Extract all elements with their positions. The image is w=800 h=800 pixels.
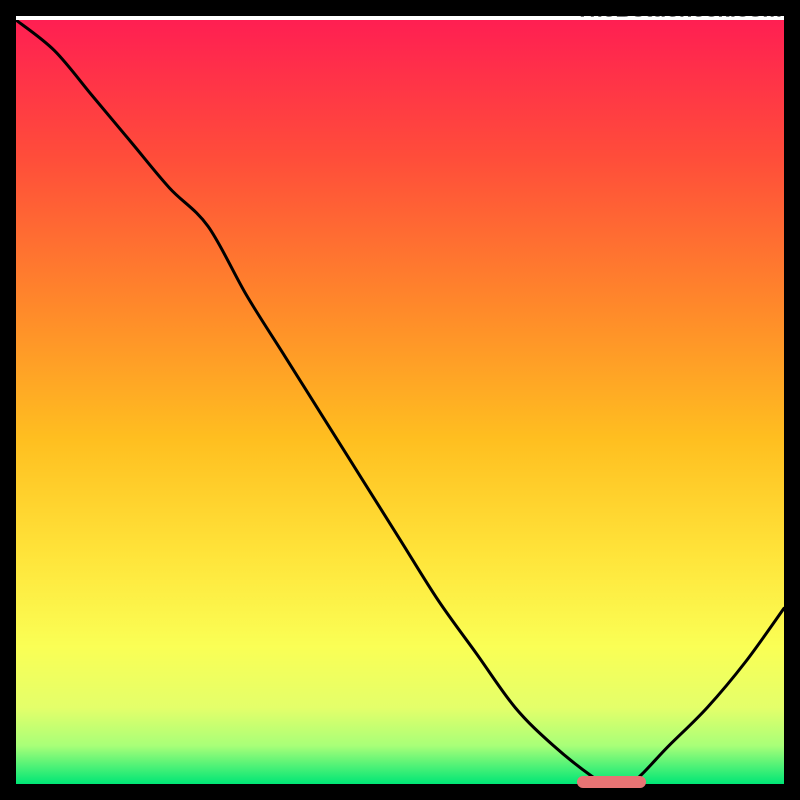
optimal-range-marker xyxy=(577,776,646,788)
gradient-background xyxy=(16,20,784,784)
bottleneck-chart xyxy=(16,20,784,784)
